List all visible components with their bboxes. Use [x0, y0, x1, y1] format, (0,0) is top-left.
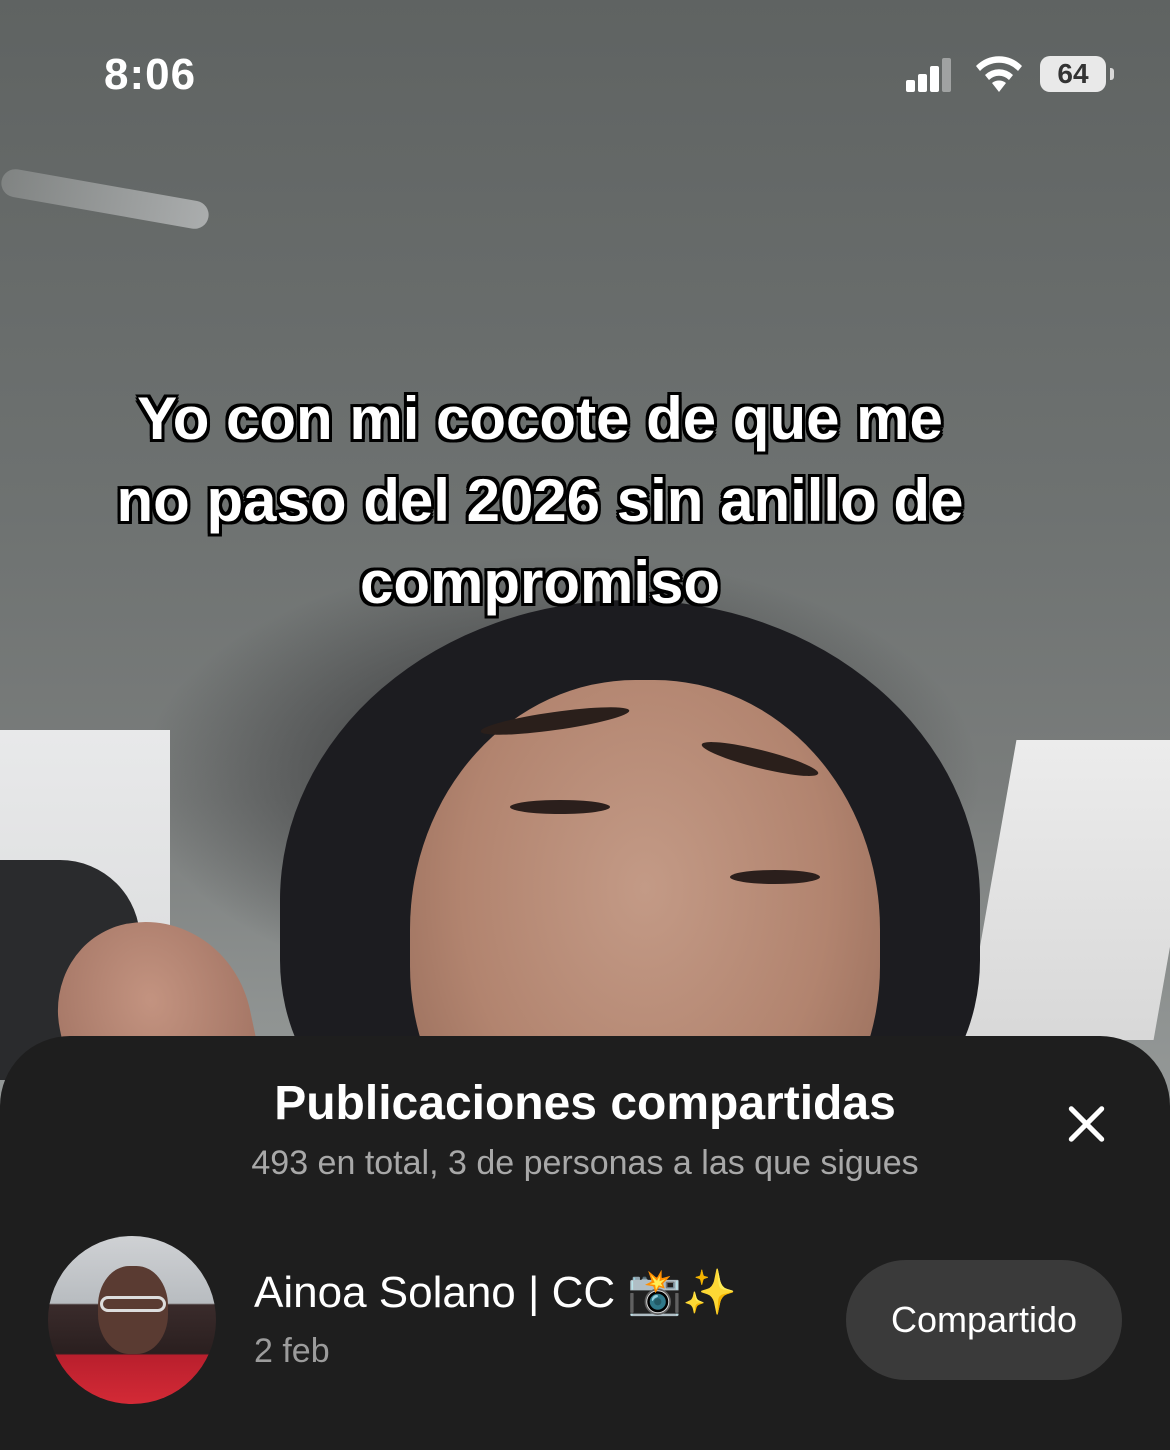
share-date: 2 feb: [254, 1332, 330, 1370]
sheet-subtitle: 493 en total, 3 de personas a las que si…: [251, 1144, 919, 1182]
status-time: 8:06: [104, 50, 197, 99]
avatar[interactable]: [48, 1236, 216, 1404]
shared-button[interactable]: Compartido: [846, 1260, 1122, 1380]
status-bar: 8:06 64: [0, 0, 1170, 150]
battery-icon: 64: [1040, 56, 1114, 92]
user-name[interactable]: Ainoa Solano | CC 📸✨: [254, 1266, 737, 1318]
cellular-signal-icon: [906, 58, 952, 92]
car-window-right: [963, 740, 1170, 1040]
list-item[interactable]: Ainoa Solano | CC 📸✨ 2 feb Compartido: [0, 1236, 1170, 1406]
sheet-title: Publicaciones compartidas: [274, 1077, 896, 1130]
shared-posts-sheet: Publicaciones compartidas 493 en total, …: [0, 1036, 1170, 1450]
car-handle: [0, 166, 211, 232]
video-caption: Yo con mi cocote de que me no paso del 2…: [116, 385, 964, 616]
wifi-icon: [976, 56, 1022, 92]
close-icon[interactable]: [1058, 1096, 1114, 1152]
